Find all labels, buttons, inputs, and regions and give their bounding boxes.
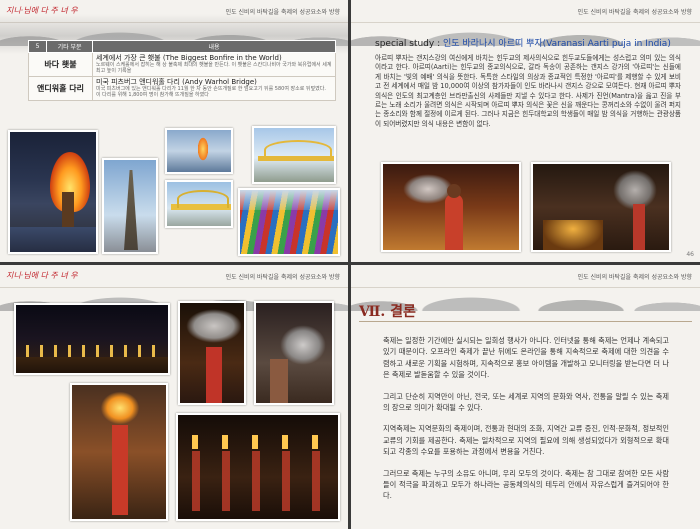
header-logo: 지니·님에 다 주 녀 우 [6, 271, 78, 280]
bonfire-sea-photo [165, 128, 233, 174]
bonfire-tower-photo [102, 158, 158, 254]
ghat-priests-photo [176, 413, 340, 521]
table-cell-content: 세계에서 가장 큰 횃불 (The Biggest Bonfire in the… [91, 52, 337, 77]
table-header-name: 기타 부문 [46, 40, 93, 53]
table-cell-content: 미국 피츠버그 앤디워홀 다리 (Andy Warhol Bridge) 미국 … [91, 76, 337, 101]
heading-divider [359, 321, 692, 322]
conclusion-paragraph: 지역축제는 지역문화의 축제이며, 전통과 현대의 조화, 지역간 교류 증진,… [383, 424, 669, 457]
document-spread: 지니·님에 다 주 녀 우 인도 신비의 바탁길을 축제의 성공요소와 방향 5… [0, 0, 700, 529]
bridge-photo-1 [165, 180, 233, 228]
row-sub-text: 노르웨이 스케롤에서 잡히는 해 상 불축제 최대의 횃불을 만든다. 이 횃불… [95, 62, 332, 74]
other-category-table: 5 기타 부문 내용 바다 횃불 세계에서 가장 큰 횃불 (The Bigge… [27, 40, 337, 101]
conclusion-paragraph: 그리고 단순히 지역만이 아닌, 전국, 또는 세계로 지역의 문화와 역사, … [383, 391, 669, 413]
header-title: 인도 신비의 바탁길을 축제의 성공요소와 방향 [577, 9, 692, 16]
aarti-priest-photo [381, 162, 521, 252]
special-study-heading: 인도 바라나시 아르띠 뿌자(Varanasi Aarti puja in In… [442, 39, 671, 49]
bonfire-photo [8, 130, 98, 254]
header-title: 인도 신비의 바탁길을 축제의 성공요소와 방향 [225, 274, 340, 281]
lamp-aarti-photo [70, 383, 168, 521]
conclusion-paragraph: 그러므로 축제는 누구의 소유도 아니며, 우리 모두의 것이다. 축제는 참 … [383, 468, 669, 501]
night-ghat-photo [14, 303, 170, 375]
priest-smoke-photo [178, 301, 246, 405]
bridge-photo-2 [252, 126, 336, 184]
page-number: 46 [686, 251, 694, 258]
aarti-ritual-photo [531, 162, 671, 252]
page-2: 인도 신비의 바탁길을 축제의 성공요소와 방향 special study :… [351, 0, 700, 262]
knitted-bridge-photo [238, 188, 340, 256]
special-study-body: 아르띠 뿌자는 갠지스강의 여신에게 바치는 힌두교의 제사의식으로 힌두교도들… [375, 54, 681, 128]
page-4: 인도 신비의 바탁길을 축제의 성공요소와 방향 Ⅶ. 결론 축제는 일정한 기… [351, 265, 700, 529]
conclusion-heading: Ⅶ. 결론 [359, 304, 416, 320]
conclusion-paragraph: 축제는 일정한 기간에만 실시되는 일회성 행사가 아니다. 인터넷을 통해 축… [383, 336, 669, 380]
table-header-number: 5 [27, 40, 48, 53]
row-sub-text: 미국 피츠버그에 있는 앤디워홀 다리가 11월 한 차 동안 손뜨개질로 한 … [95, 86, 326, 98]
row-main-text: 세계에서 가장 큰 횃불 (The Biggest Bonfire in the… [95, 54, 282, 62]
table-row: 바다 횃불 세계에서 가장 큰 횃불 (The Biggest Bonfire … [28, 52, 337, 77]
table-header-content: 내용 [91, 40, 337, 53]
page-3: 지니·님에 다 주 녀 우 인도 신비의 바탁길을 축제의 성공요소와 방향 [0, 265, 348, 529]
special-study-title: special study : 인도 바라나시 아르띠 뿌자(Varanasi … [375, 36, 671, 49]
priest-incense-photo [254, 301, 334, 405]
table-header-row: 5 기타 부문 내용 [27, 40, 337, 53]
table-cell-name: 앤디워홀 다리 [28, 76, 93, 101]
conclusion-body: 축제는 일정한 기간에만 실시되는 일회성 행사가 아니다. 인터넷을 통해 축… [383, 335, 669, 512]
header-title: 인도 신비의 바탁길을 축제의 성공요소와 방향 [577, 274, 692, 281]
table-row: 앤디워홀 다리 미국 피츠버그 앤디워홀 다리 (Andy Warhol Bri… [28, 76, 337, 101]
special-study-prefix: special study : [375, 39, 443, 49]
table-cell-name: 바다 횃불 [28, 52, 93, 77]
page-1: 지니·님에 다 주 녀 우 인도 신비의 바탁길을 축제의 성공요소와 방향 5… [0, 0, 348, 262]
row-main-text: 미국 피츠버그 앤디워홀 다리 (Andy Warhol Bridge) [95, 78, 257, 86]
